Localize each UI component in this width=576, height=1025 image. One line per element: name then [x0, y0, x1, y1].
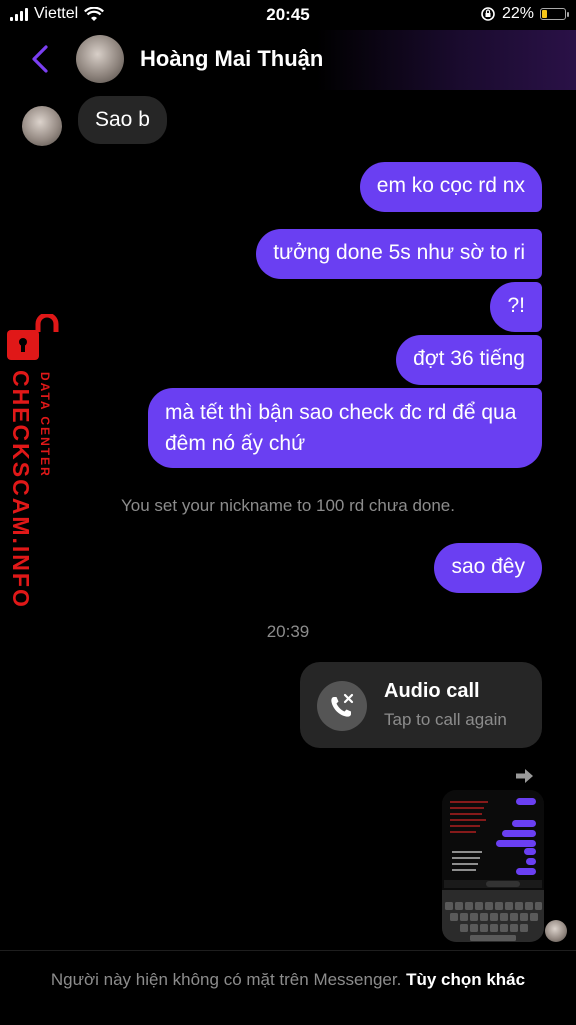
- chevron-left-icon[interactable]: [28, 44, 54, 74]
- unavailable-notice: Người này hiện không có mặt trên Messeng…: [50, 970, 402, 989]
- message-bubble-outgoing[interactable]: sao đêy: [434, 543, 542, 593]
- contact-name[interactable]: Hoàng Mai Thuận: [140, 46, 323, 72]
- call-subtitle: Tap to call again: [384, 710, 507, 729]
- missed-call-icon: [317, 681, 367, 731]
- call-title: Audio call: [384, 680, 480, 702]
- footer-text-group: Người này hiện không có mặt trên Messeng…: [40, 968, 536, 992]
- unavailable-footer: Người này hiện không có mặt trên Messeng…: [0, 950, 576, 1025]
- lock-icon: [7, 314, 59, 360]
- watermark: CHECKSCAM.INFO DATA CENTER: [2, 308, 64, 609]
- orientation-lock-icon: [481, 7, 495, 21]
- audio-call-card[interactable]: Audio call Tap to call again: [300, 662, 542, 748]
- battery-icon: [540, 8, 569, 20]
- watermark-text: CHECKSCAM.INFO: [8, 370, 34, 609]
- message-timestamp: 20:39: [266, 622, 310, 641]
- read-receipt-avatar: [545, 920, 567, 942]
- message-bubble-outgoing[interactable]: mà tết thì bận sao check đc rd để qua đê…: [148, 388, 542, 468]
- conversation-header: Hoàng Mai Thuận: [0, 30, 576, 90]
- nickname-notice: You set your nickname to 100 rd chưa don…: [121, 496, 455, 515]
- sender-avatar[interactable]: [22, 106, 62, 146]
- message-bubble-outgoing[interactable]: ?!: [490, 282, 542, 332]
- status-right: 22%: [480, 5, 569, 23]
- status-bar: Viettel 20:45 22%: [0, 0, 576, 30]
- watermark-subtext: DATA CENTER: [38, 372, 52, 478]
- screenshot-image-message[interactable]: [442, 790, 544, 942]
- message-bubble-outgoing[interactable]: tưởng done 5s như sờ to ri: [256, 229, 542, 279]
- battery-percent: 22%: [501, 5, 534, 22]
- more-options-link[interactable]: Tùy chọn khác: [406, 970, 525, 989]
- message-bubble-outgoing[interactable]: em ko cọc rd nx: [359, 162, 542, 212]
- message-bubble-incoming[interactable]: Sao b: [78, 96, 167, 144]
- screenshot-thumbnail: [442, 790, 544, 942]
- forward-icon[interactable]: [514, 767, 534, 785]
- contact-avatar[interactable]: [76, 35, 124, 83]
- message-bubble-outgoing[interactable]: đợt 36 tiếng: [396, 335, 542, 385]
